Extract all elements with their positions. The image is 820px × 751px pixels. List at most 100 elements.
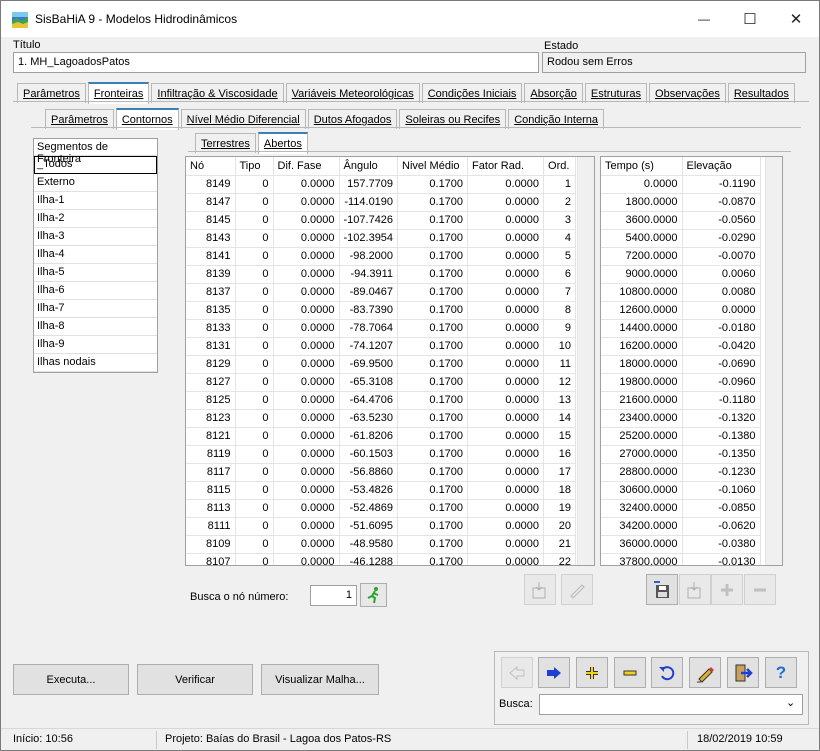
table-cell[interactable]: 0 [235, 193, 274, 212]
table-cell[interactable]: 13 [543, 391, 577, 410]
tab-parametros[interactable]: Parâmetros [17, 83, 86, 103]
table-row[interactable]: 8127 0 0.0000 -65.3108 0.1700 0.0000 12 [186, 373, 577, 392]
table-cell[interactable]: 0.1700 [397, 535, 469, 554]
table-cell[interactable]: 8109 [186, 535, 236, 554]
table-row[interactable]: 34200.0000 -0.0620 [601, 517, 761, 536]
segment-item[interactable]: Ilha-6 [34, 282, 157, 300]
table-cell[interactable]: 8119 [186, 445, 236, 464]
table-cell[interactable]: 11 [543, 355, 577, 374]
table-cell[interactable]: 0.1700 [397, 247, 469, 266]
table-cell[interactable]: 8149 [186, 175, 236, 194]
table-cell[interactable]: 8113 [186, 499, 236, 518]
maximize-button[interactable]: ☐ [727, 1, 773, 37]
save-series-button[interactable] [646, 574, 678, 605]
table-cell[interactable]: 0.0000 [273, 391, 340, 410]
table-cell[interactable]: 157.7709 [339, 175, 399, 194]
busca-select[interactable] [539, 694, 803, 715]
table-cell[interactable]: 4 [543, 229, 577, 248]
table-cell[interactable]: 0.0000 [273, 355, 340, 374]
table-cell[interactable]: 0.0000 [467, 409, 545, 428]
segment-item[interactable]: Ilha-5 [34, 264, 157, 282]
table-cell[interactable]: 8125 [186, 391, 236, 410]
subtab-condicao-interna[interactable]: Condição Interna [508, 109, 604, 129]
table-cell[interactable]: 0.0000 [273, 319, 340, 338]
table-row[interactable]: 16200.0000 -0.0420 [601, 337, 761, 356]
table-cell[interactable]: 0 [235, 337, 274, 356]
table-row[interactable]: 8121 0 0.0000 -61.8206 0.1700 0.0000 15 [186, 427, 577, 446]
table-cell[interactable]: 0.0000 [273, 481, 340, 500]
table-cell[interactable]: 0.1700 [397, 481, 469, 500]
table-row[interactable]: 8137 0 0.0000 -89.0467 0.1700 0.0000 7 [186, 283, 577, 302]
nodes-table-column-header[interactable]: Tipo [235, 157, 274, 176]
table-cell[interactable]: 0.0000 [467, 391, 545, 410]
table-row[interactable]: 32400.0000 -0.0850 [601, 499, 761, 518]
subtab-soleiras-ou-recifes[interactable]: Soleiras ou Recifes [399, 109, 507, 129]
table-cell[interactable]: 0.0000 [273, 373, 340, 392]
table-cell[interactable]: 8141 [186, 247, 236, 266]
table-cell[interactable]: -0.0130 [682, 553, 761, 565]
table-cell[interactable]: 0 [235, 463, 274, 482]
table-cell[interactable]: 0.1700 [397, 391, 469, 410]
table-cell[interactable]: 0.0000 [467, 373, 545, 392]
table-row[interactable]: 8125 0 0.0000 -64.4706 0.1700 0.0000 13 [186, 391, 577, 410]
tab-absorcao[interactable]: Absorção [524, 83, 583, 103]
segment-item[interactable]: Ilha-9 [34, 336, 157, 354]
table-cell[interactable]: -107.7426 [339, 211, 399, 230]
help-button[interactable]: ? [765, 657, 797, 688]
table-cell[interactable]: -69.9500 [339, 355, 399, 374]
table-cell[interactable]: -0.0870 [682, 193, 761, 212]
table-cell[interactable]: 25200.0000 [601, 427, 683, 446]
table-row[interactable]: 8119 0 0.0000 -60.1503 0.1700 0.0000 16 [186, 445, 577, 464]
table-cell[interactable]: 0.0060 [682, 265, 761, 284]
table-cell[interactable]: 0 [235, 409, 274, 428]
table-cell[interactable]: 0 [235, 283, 274, 302]
segment-item[interactable]: _Todos [34, 156, 157, 174]
table-cell[interactable]: 18000.0000 [601, 355, 683, 374]
table-cell[interactable]: -0.0380 [682, 535, 761, 554]
table-cell[interactable]: 0.0000 [273, 193, 340, 212]
table-cell[interactable]: 0.0000 [467, 175, 545, 194]
time-table-column-header[interactable]: Tempo (s) [601, 157, 683, 176]
table-cell[interactable]: -0.0850 [682, 499, 761, 518]
verificar-button[interactable]: Verificar [137, 664, 253, 695]
segment-item[interactable]: Ilha-2 [34, 210, 157, 228]
table-cell[interactable]: 12 [543, 373, 577, 392]
tab-observacoes[interactable]: Observações [649, 83, 726, 103]
table-cell[interactable]: 0.0000 [273, 247, 340, 266]
subtab-dutos-afogados[interactable]: Dutos Afogados [307, 109, 398, 129]
table-row[interactable]: 8123 0 0.0000 -63.5230 0.1700 0.0000 14 [186, 409, 577, 428]
table-cell[interactable]: 14400.0000 [601, 319, 683, 338]
table-cell[interactable]: -0.1190 [682, 175, 761, 194]
segment-item[interactable]: Externo [34, 174, 157, 192]
table-row[interactable]: 8147 0 0.0000 -114.0190 0.1700 0.0000 2 [186, 193, 577, 212]
table-cell[interactable]: 0 [235, 247, 274, 266]
table-cell[interactable]: -65.3108 [339, 373, 399, 392]
table-cell[interactable]: 0.0080 [682, 283, 761, 302]
table-cell[interactable]: -46.1288 [339, 553, 399, 565]
table-cell[interactable]: 36000.0000 [601, 535, 683, 554]
table-cell[interactable]: -89.0467 [339, 283, 399, 302]
table-cell[interactable]: 0 [235, 373, 274, 392]
import-button[interactable] [524, 574, 556, 605]
nodes-table-scrollbar[interactable] [577, 157, 594, 565]
table-cell[interactable]: -53.4826 [339, 481, 399, 500]
table-cell[interactable]: 0 [235, 427, 274, 446]
table-cell[interactable]: 0.0000 [273, 517, 340, 536]
executa-button[interactable]: Executa... [13, 664, 129, 695]
table-cell[interactable]: 12600.0000 [601, 301, 683, 320]
table-cell[interactable]: 0.0000 [273, 337, 340, 356]
table-row[interactable]: 18000.0000 -0.0690 [601, 355, 761, 374]
table-cell[interactable]: 8121 [186, 427, 236, 446]
table-row[interactable]: 3600.0000 -0.0560 [601, 211, 761, 230]
table-cell[interactable]: 0.1700 [397, 463, 469, 482]
table-cell[interactable]: 0.0000 [467, 481, 545, 500]
add-button[interactable] [576, 657, 608, 688]
table-cell[interactable]: 8129 [186, 355, 236, 374]
table-cell[interactable]: -0.0690 [682, 355, 761, 374]
table-cell[interactable]: 0.0000 [273, 301, 340, 320]
table-cell[interactable]: 0 [235, 481, 274, 500]
search-node-input[interactable]: 1 [310, 585, 357, 606]
table-cell[interactable]: 8139 [186, 265, 236, 284]
table-row[interactable]: 8129 0 0.0000 -69.9500 0.1700 0.0000 11 [186, 355, 577, 374]
table-row[interactable]: 8111 0 0.0000 -51.6095 0.1700 0.0000 20 [186, 517, 577, 536]
